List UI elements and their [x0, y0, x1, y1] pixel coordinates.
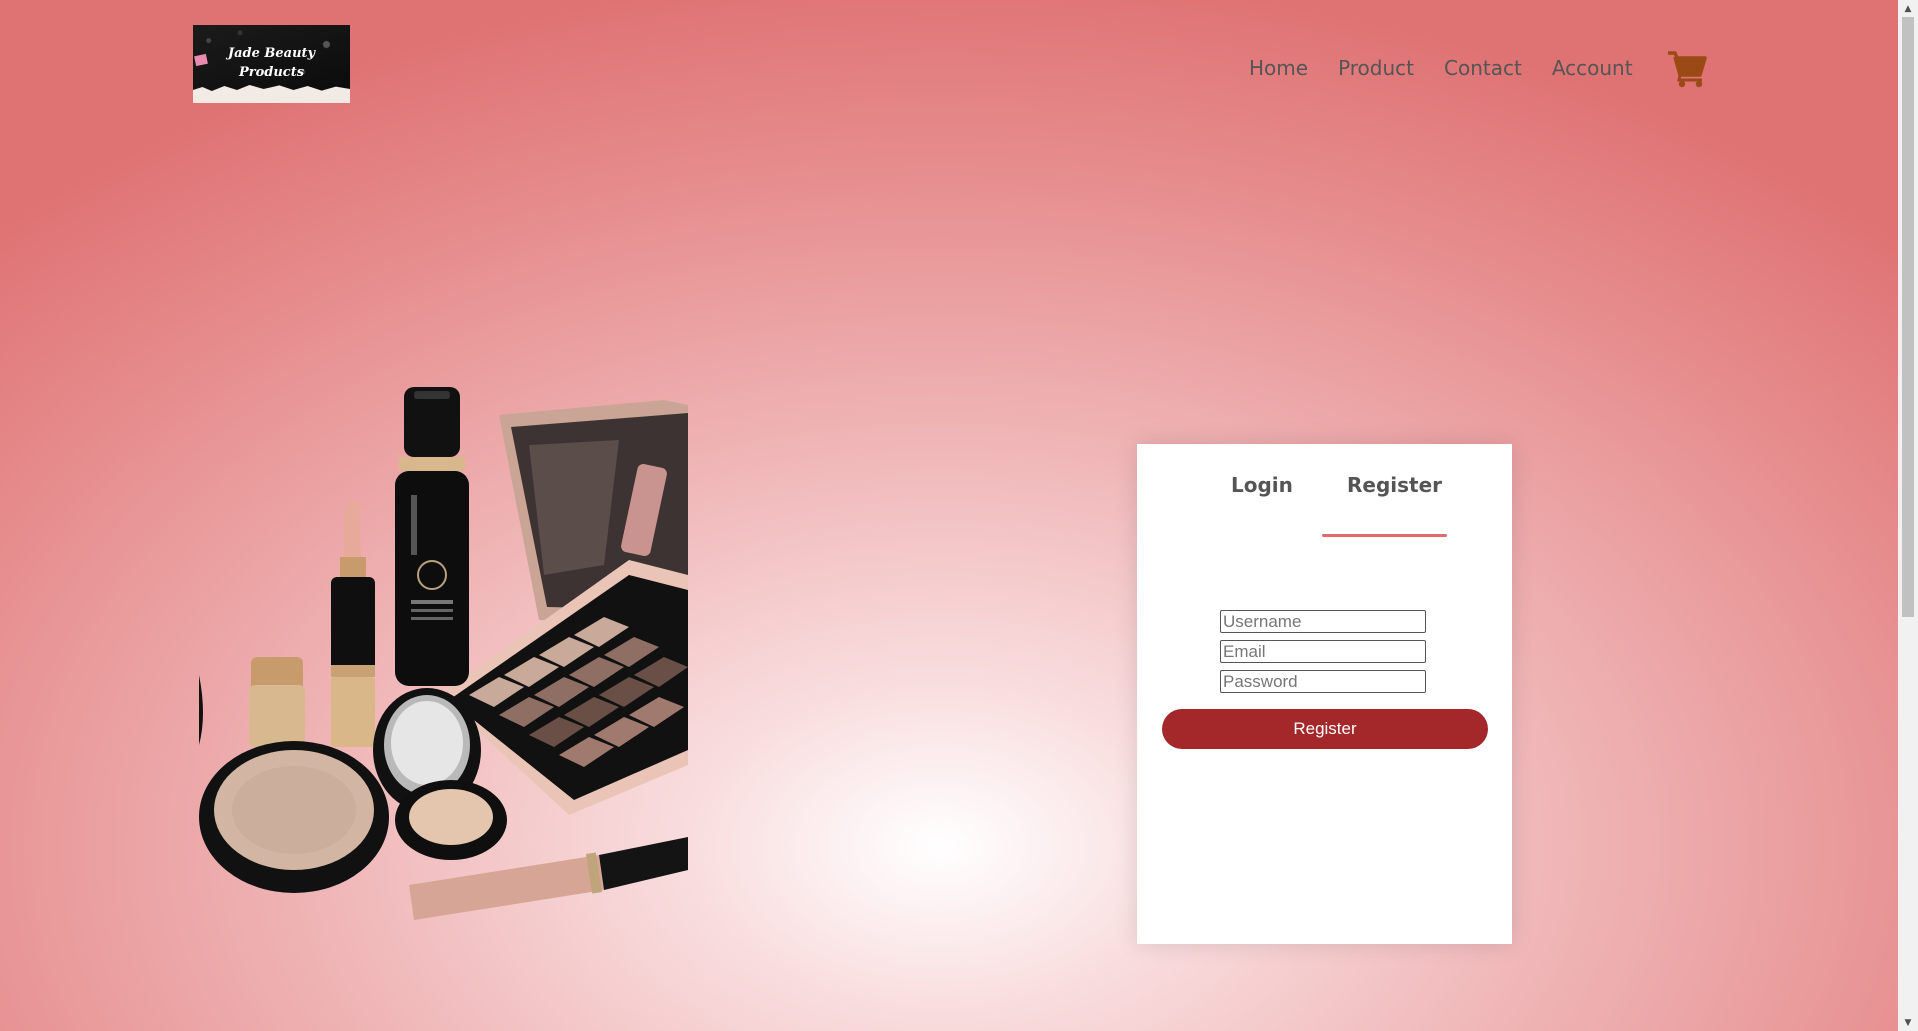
tab-register[interactable]: Register	[1347, 470, 1442, 500]
nav-product[interactable]: Product	[1338, 52, 1414, 84]
brand-logo[interactable]: Jade Beauty Products	[193, 25, 350, 103]
shopping-cart-icon[interactable]	[1667, 48, 1707, 88]
logo-text: Jade Beauty Products	[227, 46, 316, 80]
register-button[interactable]: Register	[1162, 709, 1488, 749]
tab-login[interactable]: Login	[1231, 470, 1293, 500]
auth-tabs: Login Register	[1137, 470, 1512, 537]
password-input[interactable]	[1220, 670, 1426, 693]
auth-card: Login Register Register	[1137, 444, 1512, 944]
main-nav: Home Product Contact Account	[1249, 52, 1663, 84]
email-input[interactable]	[1220, 640, 1426, 663]
nav-contact[interactable]: Contact	[1444, 52, 1522, 84]
active-tab-indicator	[1322, 534, 1447, 537]
page: Jade Beauty Products Home Product Contac…	[0, 0, 1898, 1031]
scrollbar-thumb[interactable]	[1902, 17, 1914, 617]
nav-account[interactable]: Account	[1552, 52, 1633, 84]
page-scrollbar[interactable]: ▲ ▼	[1898, 0, 1918, 1031]
username-input[interactable]	[1220, 610, 1426, 633]
nav-home[interactable]: Home	[1249, 52, 1308, 84]
scroll-down-arrow-icon[interactable]: ▼	[1898, 1014, 1918, 1031]
scroll-up-arrow-icon[interactable]: ▲	[1898, 0, 1918, 17]
hero-cosmetics-image	[199, 385, 688, 925]
